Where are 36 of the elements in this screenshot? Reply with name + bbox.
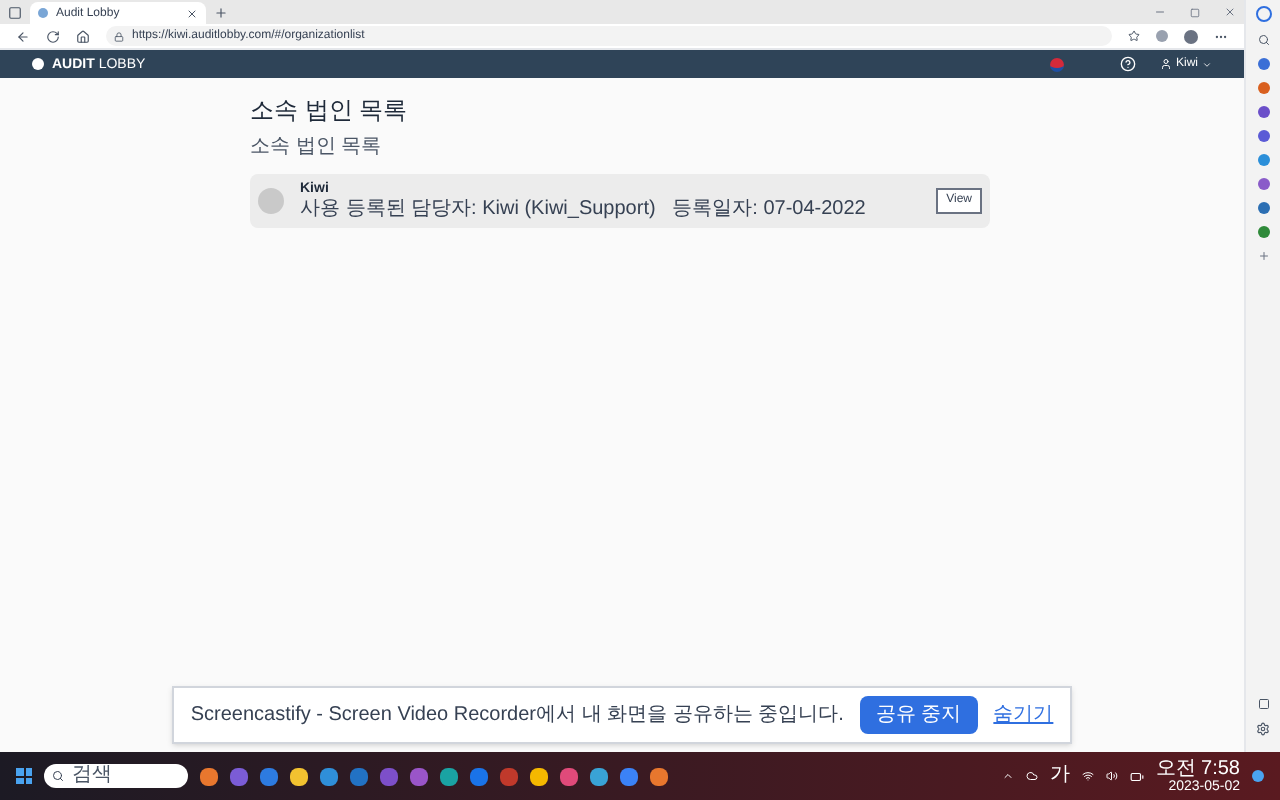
favorite-icon[interactable]	[1128, 30, 1140, 42]
close-window-icon[interactable]	[1224, 6, 1236, 18]
site-icon	[38, 8, 48, 18]
search-icon[interactable]	[1257, 34, 1269, 46]
close-icon[interactable]	[186, 7, 198, 19]
new-tab-icon[interactable]	[214, 5, 228, 19]
logo-icon	[32, 58, 44, 70]
help-icon[interactable]	[1119, 56, 1136, 72]
tab-actions-icon[interactable]	[8, 5, 22, 19]
lock-icon	[114, 31, 124, 41]
settings-icon[interactable]	[1256, 722, 1270, 736]
sidebar-toggle-icon[interactable]	[1257, 698, 1269, 710]
share-message: Screencastify - Screen Video Recorder에서 내 화면을 공유하는 중입니다.	[190, 705, 844, 725]
profile-icon[interactable]	[1184, 29, 1198, 43]
clock-time[interactable]: 오전 7:58	[1155, 759, 1240, 779]
search-icon	[52, 770, 64, 782]
battery-icon[interactable]	[1129, 769, 1144, 783]
back-icon[interactable]	[16, 29, 30, 43]
user-icon	[1159, 58, 1172, 70]
taskbar-search[interactable]: 검색	[44, 764, 188, 788]
page-subtitle: 소속 법인 목록	[250, 138, 384, 158]
hide-link[interactable]: 숨기기	[993, 700, 1054, 730]
home-icon[interactable]	[76, 29, 90, 43]
cloud-icon[interactable]	[1025, 770, 1038, 782]
wifi-icon[interactable]	[1081, 770, 1094, 782]
notification-icon[interactable]	[1252, 770, 1264, 782]
ime-indicator[interactable]: 가	[1049, 766, 1070, 786]
organization-detail: 사용 등록된 담당자: Kiwi (Kiwi_Support) 등록일자: 07-04-2022	[300, 200, 868, 220]
page-title: 소속 법인 목록	[250, 98, 410, 122]
volume-icon[interactable]	[1105, 770, 1118, 782]
start-icon[interactable]	[16, 768, 32, 784]
caret-icon	[1202, 59, 1212, 69]
add-icon[interactable]	[1257, 250, 1269, 262]
stop-sharing-button[interactable]: 공유 중지	[859, 696, 978, 734]
avatar-icon	[258, 188, 284, 214]
reload-icon[interactable]	[46, 29, 60, 43]
